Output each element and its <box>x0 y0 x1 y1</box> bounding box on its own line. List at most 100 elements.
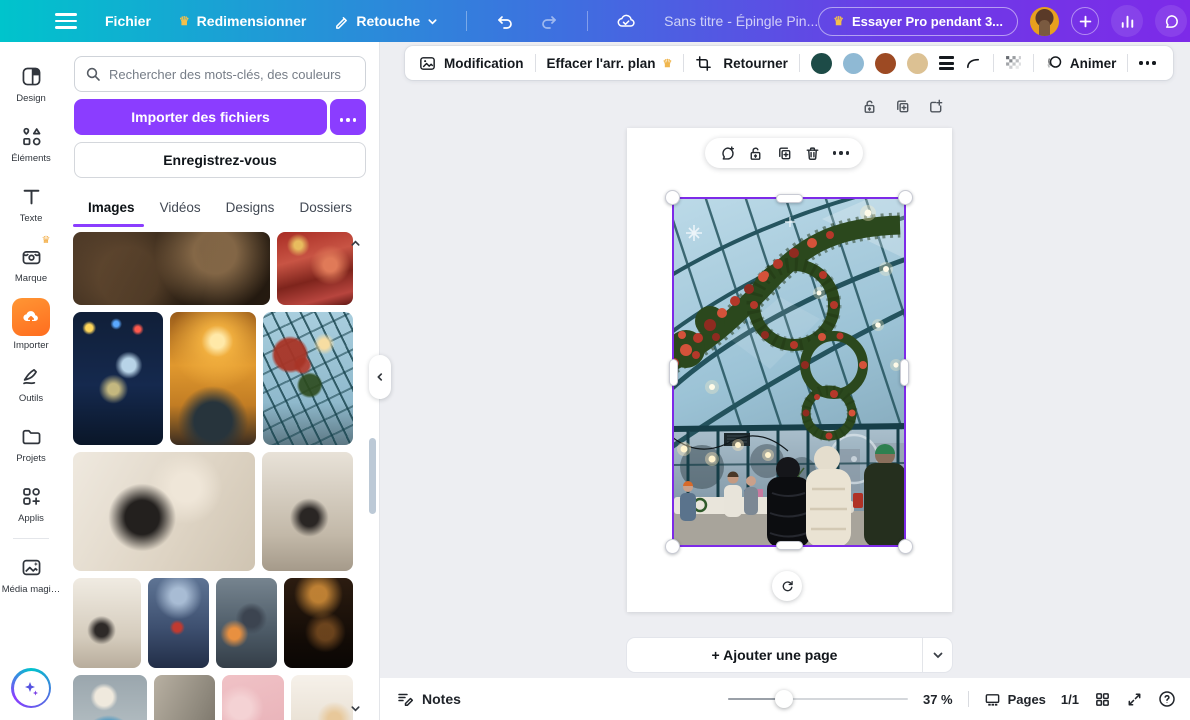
duplicate-icon[interactable] <box>776 145 793 162</box>
scroll-down-icon[interactable] <box>350 703 361 714</box>
main-menu-icon[interactable] <box>55 13 77 29</box>
flip-button[interactable]: Retourner <box>723 56 788 71</box>
image-thumbnail[interactable] <box>170 312 257 445</box>
image-thumbnail[interactable] <box>73 312 163 445</box>
pages-button[interactable]: Pages <box>984 691 1046 708</box>
sidebar-item-magic-media[interactable]: Média magi… <box>0 545 62 605</box>
zoom-slider[interactable] <box>728 690 908 708</box>
resize-handle-top-left[interactable] <box>665 190 680 205</box>
scroll-up-icon[interactable] <box>350 238 361 249</box>
image-thumbnail[interactable] <box>154 675 215 720</box>
upload-more-options-button[interactable] <box>330 99 366 135</box>
sidebar-item-apps[interactable]: Applis <box>0 474 62 534</box>
editing-mode-menu[interactable]: Retouche <box>334 13 438 29</box>
image-thumbnail[interactable] <box>73 578 141 668</box>
image-thumbnail[interactable] <box>216 578 277 668</box>
photo-color-swatch-2[interactable] <box>843 53 864 74</box>
file-menu[interactable]: Fichier <box>105 13 151 29</box>
canva-assistant-button[interactable] <box>11 668 51 708</box>
add-page-icon[interactable] <box>927 98 944 115</box>
resize-handle-bottom[interactable] <box>776 541 803 550</box>
divider <box>993 54 994 72</box>
redo-icon[interactable] <box>541 12 559 30</box>
transparency-button[interactable] <box>1005 55 1022 72</box>
undo-icon[interactable] <box>495 12 513 30</box>
delete-icon[interactable] <box>804 145 821 162</box>
image-thumbnail[interactable] <box>291 675 353 720</box>
image-thumbnail[interactable] <box>73 232 270 305</box>
photo-color-swatch-3[interactable] <box>875 53 896 74</box>
collapse-panel-button[interactable] <box>369 355 391 399</box>
fullscreen-icon[interactable] <box>1126 691 1143 708</box>
edit-image-button[interactable]: Modification <box>418 54 524 73</box>
tab-designs[interactable]: Designs <box>226 200 275 215</box>
image-thumbnail[interactable] <box>262 452 353 571</box>
resize-handle-right[interactable] <box>900 359 909 386</box>
more-options-icon[interactable] <box>833 151 850 155</box>
photo-color-swatch-4[interactable] <box>907 53 928 74</box>
resize-handle-top-right[interactable] <box>898 190 913 205</box>
image-thumbnail[interactable] <box>73 452 255 571</box>
rotate-handle[interactable] <box>772 571 802 601</box>
search-box[interactable] <box>74 56 366 92</box>
tab-videos[interactable]: Vidéos <box>160 200 201 215</box>
image-thumbnail[interactable] <box>284 578 353 668</box>
resize-handle-bottom-right[interactable] <box>898 539 913 554</box>
resize-handle-bottom-left[interactable] <box>665 539 680 554</box>
insights-icon[interactable] <box>1111 5 1143 37</box>
comments-icon[interactable] <box>1155 5 1187 37</box>
crown-icon: ♛ <box>179 15 190 27</box>
sidebar-item-brand[interactable]: ♛ Marque <box>0 234 62 294</box>
comment-add-icon[interactable] <box>719 145 736 162</box>
image-thumbnail[interactable] <box>148 578 209 668</box>
sidebar-item-elements[interactable]: Éléments <box>0 114 62 174</box>
folder-icon <box>20 425 43 448</box>
spacing-icon[interactable] <box>939 56 954 70</box>
photo-color-swatch-1[interactable] <box>811 53 832 74</box>
resize-menu[interactable]: ♛ Redimensionner <box>179 13 306 29</box>
add-page-dropdown[interactable] <box>922 638 952 672</box>
resize-handle-left[interactable] <box>669 359 678 386</box>
avatar[interactable] <box>1030 7 1059 36</box>
sidebar-item-tools[interactable]: Outils <box>0 354 62 414</box>
try-pro-button[interactable]: ♛ Essayer Pro pendant 3... <box>818 7 1018 36</box>
add-page-button[interactable]: + Ajouter une page <box>627 638 952 672</box>
zoom-value[interactable]: 37 % <box>923 692 953 707</box>
chevron-down-icon <box>932 649 944 661</box>
notes-icon <box>396 690 414 708</box>
more-options-button[interactable] <box>1139 61 1156 65</box>
tab-folders[interactable]: Dossiers <box>299 200 352 215</box>
remove-background-button[interactable]: Effacer l'arr. plan ♛ <box>547 56 673 71</box>
sidebar-item-uploads[interactable]: Importer <box>0 294 62 354</box>
tab-images[interactable]: Images <box>88 200 135 215</box>
help-icon[interactable] <box>1158 690 1176 708</box>
resize-handle-top[interactable] <box>776 194 803 203</box>
image-thumbnail[interactable] <box>263 312 353 445</box>
sidebar-item-design[interactable]: Design <box>0 54 62 114</box>
image-thumbnail[interactable] <box>73 675 147 720</box>
lock-page-icon[interactable] <box>861 98 878 115</box>
add-member-button[interactable] <box>1071 7 1099 35</box>
notes-button[interactable]: Notes <box>396 690 461 708</box>
search-input[interactable] <box>109 67 355 82</box>
panel-scrollbar[interactable] <box>369 438 376 514</box>
grid-view-icon[interactable] <box>1094 691 1111 708</box>
crop-button[interactable] <box>695 55 712 72</box>
image-thumbnail[interactable] <box>222 675 284 720</box>
signup-button[interactable]: Enregistrez-vous <box>74 142 366 178</box>
corner-rounding-button[interactable] <box>965 55 982 72</box>
document-title[interactable]: Sans titre - Épingle Pin... <box>664 13 818 29</box>
image-thumbnail[interactable] <box>277 232 353 305</box>
upload-files-button[interactable]: Importer des fichiers <box>74 99 327 135</box>
canvas-area: Modification Effacer l'arr. plan ♛ Retou… <box>380 42 1190 720</box>
zoom-slider-knob[interactable] <box>775 690 793 708</box>
animate-button[interactable]: Animer <box>1045 54 1117 72</box>
lock-icon[interactable] <box>747 145 764 162</box>
divider <box>535 54 536 72</box>
duplicate-page-icon[interactable] <box>894 98 911 115</box>
media-tabs: Images Vidéos Designs Dossiers <box>74 190 366 224</box>
sidebar-item-text[interactable]: Texte <box>0 174 62 234</box>
chevron-down-icon <box>427 16 438 27</box>
canvas-photo[interactable] <box>672 197 906 547</box>
sidebar-item-projects[interactable]: Projets <box>0 414 62 474</box>
